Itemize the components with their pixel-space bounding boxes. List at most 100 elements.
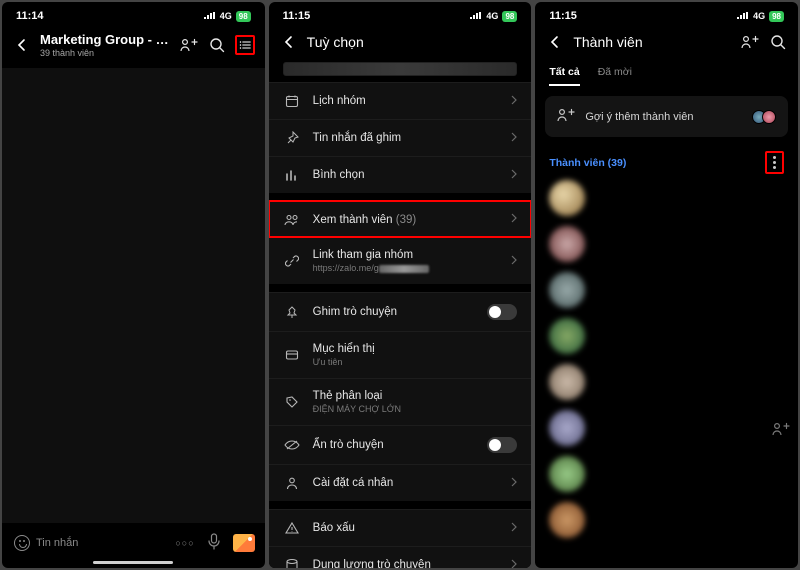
list-item[interactable]	[549, 180, 784, 216]
status-time: 11:15	[283, 10, 311, 22]
option-label: Link tham gia nhóm	[313, 249, 500, 261]
option-label: Ghim trò chuyện	[313, 306, 476, 318]
chevron-right-icon	[511, 477, 517, 490]
list-item[interactable]	[549, 456, 784, 492]
network-label: 4G	[220, 11, 232, 21]
members-title: Thành viên	[573, 34, 732, 50]
pin-icon	[283, 131, 301, 145]
back-icon[interactable]	[279, 32, 299, 52]
chevron-right-icon	[511, 559, 517, 569]
storage-icon	[283, 558, 301, 568]
warning-icon	[283, 521, 301, 535]
toggle-hide[interactable]	[487, 437, 517, 453]
avatar	[549, 364, 585, 400]
status-bar: 11:14 4G 98	[2, 2, 265, 24]
signal-icon	[737, 12, 749, 20]
chevron-right-icon	[511, 132, 517, 145]
add-member-icon[interactable]	[740, 32, 760, 52]
floating-add-member-icon[interactable]	[772, 422, 790, 439]
list-item[interactable]	[549, 226, 784, 262]
add-member-icon[interactable]	[179, 35, 199, 55]
option-pin-chat[interactable]: Ghim trò chuyện	[269, 292, 532, 331]
status-time: 11:15	[549, 10, 577, 22]
back-icon[interactable]	[545, 32, 565, 52]
option-hide-chat[interactable]: Ẩn trò chuyện	[269, 425, 532, 464]
option-sublabel: ĐIỆN MÁY CHỢ LỚN	[313, 404, 518, 414]
home-indicator	[93, 561, 173, 564]
suggest-label: Gợi ý thêm thành viên	[585, 111, 746, 123]
suggest-avatars	[756, 110, 776, 124]
members-icon	[283, 214, 301, 226]
back-icon[interactable]	[12, 35, 32, 55]
avatar	[549, 456, 585, 492]
search-icon[interactable]	[768, 32, 788, 52]
chevron-right-icon	[511, 213, 517, 226]
emoji-icon[interactable]	[14, 535, 30, 551]
list-item[interactable]	[549, 364, 784, 400]
avatar	[549, 502, 585, 538]
option-display[interactable]: Mục hiển thị Ưu tiên	[269, 331, 532, 378]
status-indicators: 4G 98	[470, 11, 517, 22]
signal-icon	[204, 12, 216, 20]
avatar	[549, 180, 585, 216]
network-label: 4G	[753, 11, 765, 21]
calendar-icon	[283, 94, 301, 108]
status-indicators: 4G 98	[204, 11, 251, 22]
option-tag[interactable]: Thẻ phân loại ĐIỆN MÁY CHỢ LỚN	[269, 378, 532, 425]
option-view-members[interactable]: Xem thành viên (39)	[269, 201, 532, 237]
search-icon[interactable]	[207, 35, 227, 55]
option-personal-settings[interactable]: Cài đặt cá nhân	[269, 464, 532, 501]
avatar	[549, 226, 585, 262]
status-bar: 11:15 4G 98	[269, 2, 532, 24]
battery-badge: 98	[502, 11, 517, 22]
list-item[interactable]	[549, 272, 784, 308]
list-item[interactable]	[549, 318, 784, 354]
list-item[interactable]	[549, 502, 784, 538]
list-item[interactable]	[549, 410, 784, 446]
link-icon	[283, 254, 301, 268]
gallery-icon[interactable]	[233, 534, 255, 552]
option-label: Cài đặt cá nhân	[313, 477, 500, 489]
option-calendar[interactable]: Lịch nhóm	[269, 82, 532, 119]
battery-badge: 98	[769, 11, 784, 22]
chat-header: Marketing Group - Đ… 39 thành viên	[2, 24, 265, 68]
tab-all[interactable]: Tất cả	[549, 66, 579, 86]
chat-title: Marketing Group - Đ…	[40, 32, 171, 47]
poll-icon	[283, 168, 301, 182]
screen-chat: 11:14 4G 98 Marketing Group - Đ… 39 thàn…	[2, 2, 265, 568]
option-sublabel: Ưu tiên	[313, 357, 518, 367]
more-vertical-icon[interactable]	[765, 151, 784, 174]
more-icon[interactable]: ○○○	[175, 538, 194, 548]
option-label: Thẻ phân loại	[313, 390, 518, 402]
user-settings-icon	[283, 476, 301, 490]
suggest-icon	[557, 108, 575, 125]
toggle-pin[interactable]	[487, 304, 517, 320]
signal-icon	[470, 12, 482, 20]
media-strip[interactable]	[283, 62, 518, 76]
option-join-link[interactable]: Link tham gia nhóm https://zalo.me/g	[269, 237, 532, 284]
option-label: Tin nhắn đã ghim	[313, 132, 500, 144]
eye-off-icon	[283, 439, 301, 451]
tab-invited[interactable]: Đã mời	[598, 66, 632, 86]
options-title: Tuỳ chọn	[307, 34, 364, 50]
option-label: Báo xấu	[313, 522, 500, 534]
option-label: Mục hiển thị	[313, 343, 518, 355]
chevron-right-icon	[511, 522, 517, 535]
option-report[interactable]: Báo xấu	[269, 509, 532, 546]
tag-icon	[283, 395, 301, 409]
menu-list-icon[interactable]	[235, 35, 255, 55]
pin-chat-icon	[283, 305, 301, 319]
chevron-right-icon	[511, 255, 517, 268]
option-pinned[interactable]: Tin nhắn đã ghim	[269, 119, 532, 156]
status-time: 11:14	[16, 10, 44, 22]
suggest-add-members[interactable]: Gợi ý thêm thành viên	[545, 96, 788, 137]
option-label: Dung lượng trò chuyện	[313, 559, 500, 568]
option-label: Bình chọn	[313, 169, 500, 181]
member-list	[535, 180, 798, 538]
mic-icon[interactable]	[207, 533, 221, 554]
avatar	[549, 272, 585, 308]
option-label: Xem thành viên (39)	[313, 214, 500, 226]
message-input[interactable]: Tin nhắn	[12, 531, 167, 555]
option-storage[interactable]: Dung lượng trò chuyện	[269, 546, 532, 568]
option-poll[interactable]: Bình chọn	[269, 156, 532, 193]
